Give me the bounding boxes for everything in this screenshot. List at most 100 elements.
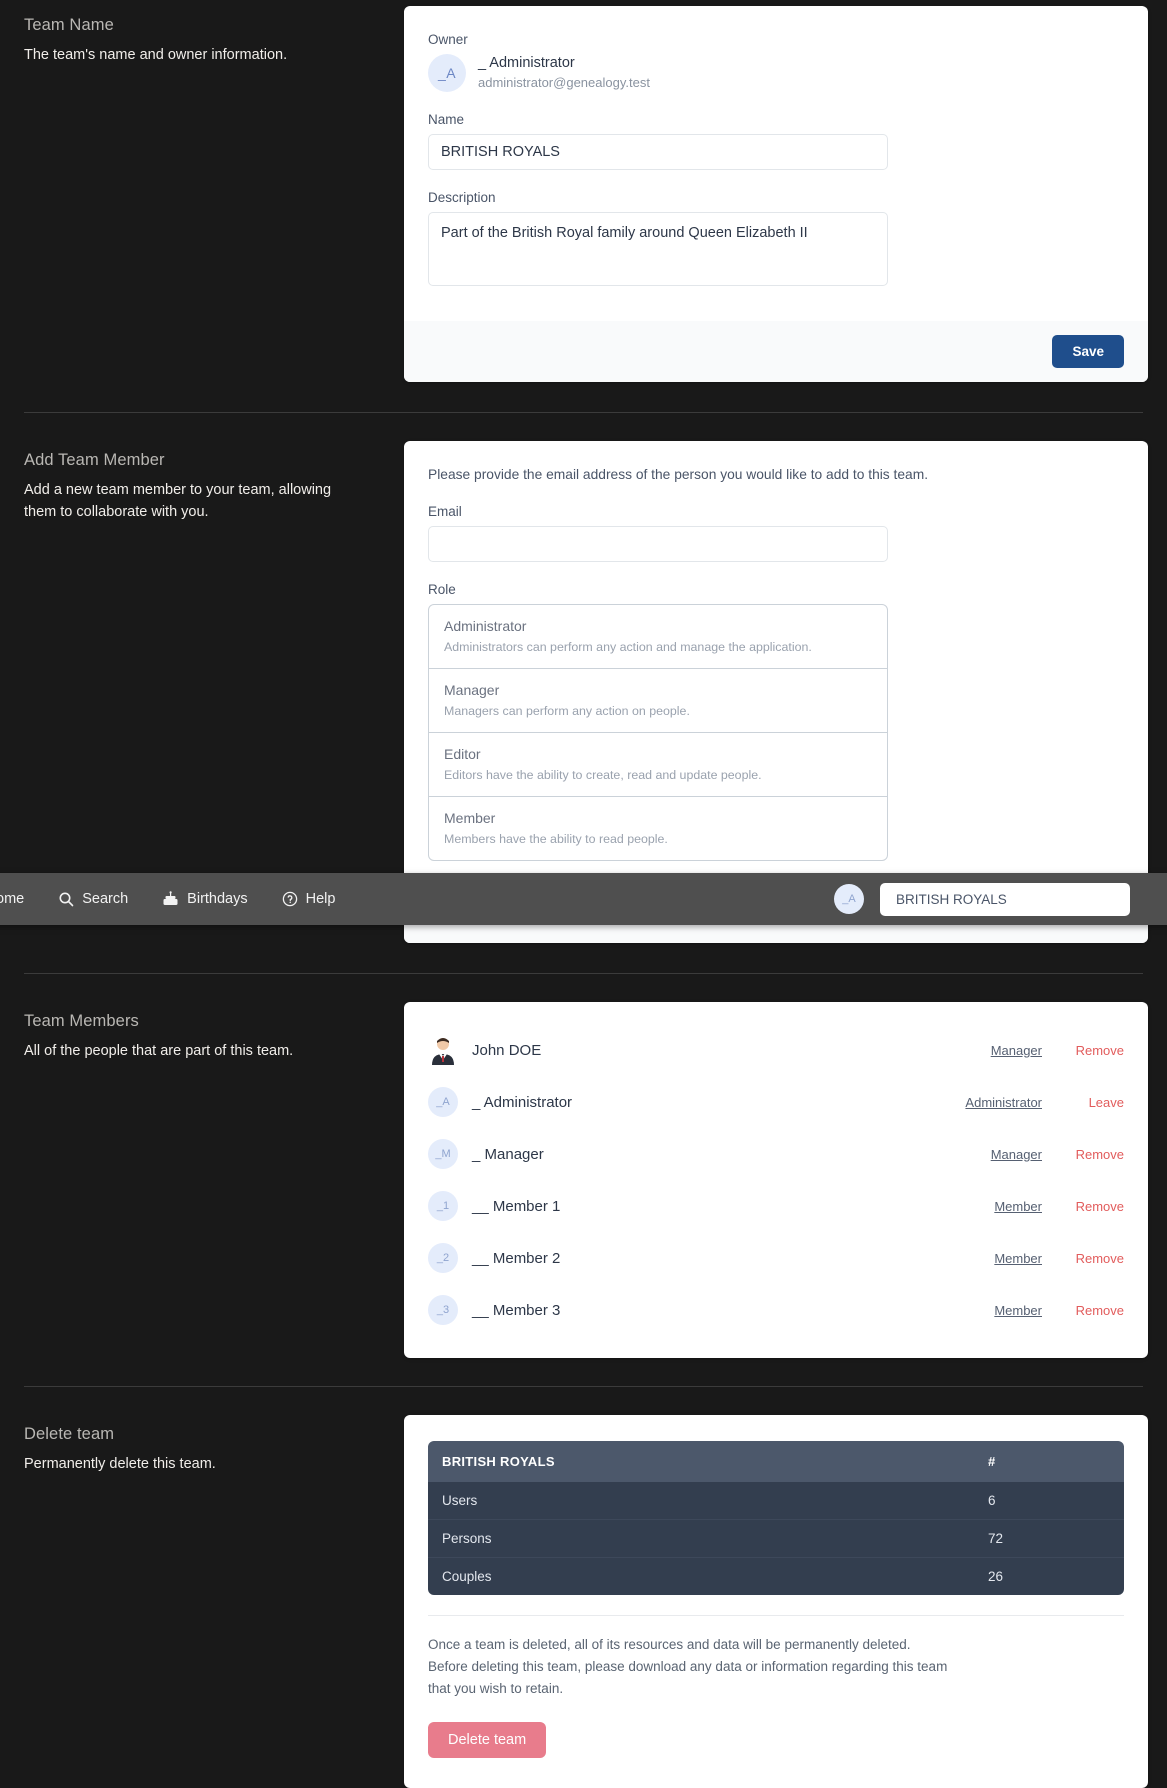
nav-item-help[interactable]: Help — [282, 891, 336, 907]
table-row: John DOE Manager Remove — [428, 1024, 1124, 1076]
delete-team-card: BRITISH ROYALS # Users 6 Persons 72 Coup… — [404, 1415, 1148, 1788]
table-row: _2 __ Member 2 Member Remove — [428, 1232, 1124, 1284]
navbar-right: _A BRITISH ROYALS — [834, 882, 1130, 916]
team-switcher-button[interactable]: BRITISH ROYALS — [880, 882, 1130, 916]
nav-help-label: Help — [305, 891, 336, 907]
role-label: Role — [428, 582, 456, 597]
avatar — [428, 1035, 458, 1065]
table-row: _A _ Administrator Administrator Leave — [428, 1076, 1124, 1128]
add-team-member-section: Add Team Member Add a new team member to… — [0, 441, 1167, 943]
delete-team-section: Delete team Permanently delete this team… — [0, 1415, 1167, 1788]
member-name: John DOE — [472, 1041, 542, 1059]
team-name-section: Team Name The team's name and owner info… — [0, 0, 1167, 382]
member-actions: Manager Remove — [991, 1147, 1124, 1162]
member-role-link[interactable]: Manager — [991, 1147, 1042, 1162]
email-field: Email — [428, 504, 1124, 562]
navbar-avatar[interactable]: _A — [834, 884, 864, 914]
member-remove-link[interactable]: Remove — [1072, 1303, 1124, 1318]
add-member-title: Add Team Member — [24, 451, 165, 469]
save-button[interactable]: Save — [1052, 335, 1124, 368]
nav-home-label: ome — [0, 891, 25, 907]
member-leave-link[interactable]: Leave — [1072, 1095, 1124, 1110]
nav-item-search[interactable]: Search — [58, 891, 128, 907]
role-option-member[interactable]: Member Members have the ability to read … — [429, 797, 887, 860]
delete-team-description: Permanently delete this team. — [24, 1456, 216, 1472]
member-name: __ Member 1 — [472, 1197, 561, 1215]
avatar: _A — [428, 1087, 458, 1117]
role-option-name: Administrator — [444, 618, 527, 634]
email-input[interactable] — [428, 526, 888, 562]
role-option-administrator[interactable]: Administrator Administrators can perform… — [429, 605, 887, 669]
owner-label: Owner — [428, 32, 468, 47]
avatar: _3 — [428, 1295, 458, 1325]
table-row: _3 __ Member 3 Member Remove — [428, 1284, 1124, 1336]
team-stats-table: BRITISH ROYALS # Users 6 Persons 72 Coup… — [428, 1441, 1124, 1595]
add-member-aside: Add Team Member Add a new team member to… — [24, 441, 404, 524]
team-name-aside: Team Name The team's name and owner info… — [24, 6, 404, 67]
help-icon — [282, 891, 298, 907]
team-name-body: Owner _A _ Administrator administrator@g… — [404, 6, 1148, 382]
member-actions: Administrator Leave — [965, 1095, 1124, 1110]
avatar: _2 — [428, 1243, 458, 1273]
stats-row-value: 26 — [974, 1557, 1124, 1595]
team-name-title: Team Name — [24, 16, 114, 34]
table-row: Persons 72 — [428, 1519, 1124, 1558]
team-name-input[interactable] — [428, 134, 888, 170]
settings-page: Team Name The team's name and owner info… — [0, 0, 1167, 1788]
member-name: _ Administrator — [472, 1093, 573, 1111]
nav-search-label: Search — [82, 891, 129, 907]
delete-team-card-body: BRITISH ROYALS # Users 6 Persons 72 Coup… — [404, 1415, 1148, 1788]
description-field: Description Part of the British Royal fa… — [428, 190, 1124, 291]
role-option-manager[interactable]: Manager Managers can perform any action … — [429, 669, 887, 733]
add-member-description: Add a new team member to your team, allo… — [24, 482, 332, 520]
owner-avatar: _A — [428, 54, 466, 92]
member-remove-link[interactable]: Remove — [1072, 1043, 1124, 1058]
team-members-body: John DOE Manager Remove _A _ Administrat… — [404, 1002, 1148, 1358]
member-name: __ Member 3 — [472, 1301, 561, 1319]
member-role-link[interactable]: Member — [994, 1303, 1042, 1318]
email-label: Email — [428, 504, 462, 519]
delete-team-button[interactable]: Delete team — [428, 1721, 547, 1758]
member-role-link[interactable]: Member — [994, 1199, 1042, 1214]
member-role-link[interactable]: Administrator — [965, 1095, 1042, 1110]
team-description-textarea[interactable]: Part of the British Royal family around … — [428, 212, 888, 286]
avatar: _M — [428, 1139, 458, 1169]
role-field: Role Administrator Administrators can pe… — [428, 582, 1124, 861]
stats-header-name: BRITISH ROYALS — [428, 1441, 974, 1482]
team-name-card-body: Owner _A _ Administrator administrator@g… — [404, 6, 1148, 321]
table-row: _M _ Manager Manager Remove — [428, 1128, 1124, 1180]
floating-navbar: ome Search Birthdays Help _A BRITISH ROY… — [0, 873, 1167, 925]
member-role-link[interactable]: Member — [994, 1251, 1042, 1266]
table-header-row: BRITISH ROYALS # — [428, 1441, 1124, 1482]
member-actions: Member Remove — [994, 1303, 1124, 1318]
table-row: Couples 26 — [428, 1557, 1124, 1595]
owner-field: Owner _A _ Administrator administrator@g… — [428, 32, 1124, 92]
description-label: Description — [428, 190, 496, 205]
delete-team-title: Delete team — [24, 1425, 115, 1443]
divider-3 — [24, 1386, 1143, 1387]
name-field: Name — [428, 112, 1124, 170]
member-remove-link[interactable]: Remove — [1072, 1251, 1124, 1266]
member-actions: Member Remove — [994, 1251, 1124, 1266]
member-identity: John DOE — [428, 1035, 991, 1065]
owner-info: _ Administrator administrator@genealogy.… — [478, 54, 650, 91]
stats-header-count: # — [974, 1441, 1124, 1482]
member-identity: _1 __ Member 1 — [428, 1191, 994, 1221]
add-member-card: Please provide the email address of the … — [404, 441, 1148, 943]
role-option-name: Editor — [444, 746, 481, 762]
member-remove-link[interactable]: Remove — [1072, 1147, 1124, 1162]
role-option-list: Administrator Administrators can perform… — [428, 604, 888, 861]
delete-divider — [428, 1615, 1124, 1616]
role-option-editor[interactable]: Editor Editors have the ability to creat… — [429, 733, 887, 797]
nav-item-home[interactable]: ome — [0, 891, 24, 907]
role-option-name: Manager — [444, 682, 500, 698]
search-icon — [58, 891, 74, 907]
member-identity: _3 __ Member 3 — [428, 1295, 994, 1325]
role-option-name: Member — [444, 810, 496, 826]
member-role-link[interactable]: Manager — [991, 1043, 1042, 1058]
owner-email: administrator@genealogy.test — [478, 75, 650, 90]
name-label: Name — [428, 112, 465, 127]
team-name-card-footer: Save — [404, 321, 1148, 382]
member-remove-link[interactable]: Remove — [1072, 1199, 1124, 1214]
nav-item-birthdays[interactable]: Birthdays — [162, 891, 248, 907]
